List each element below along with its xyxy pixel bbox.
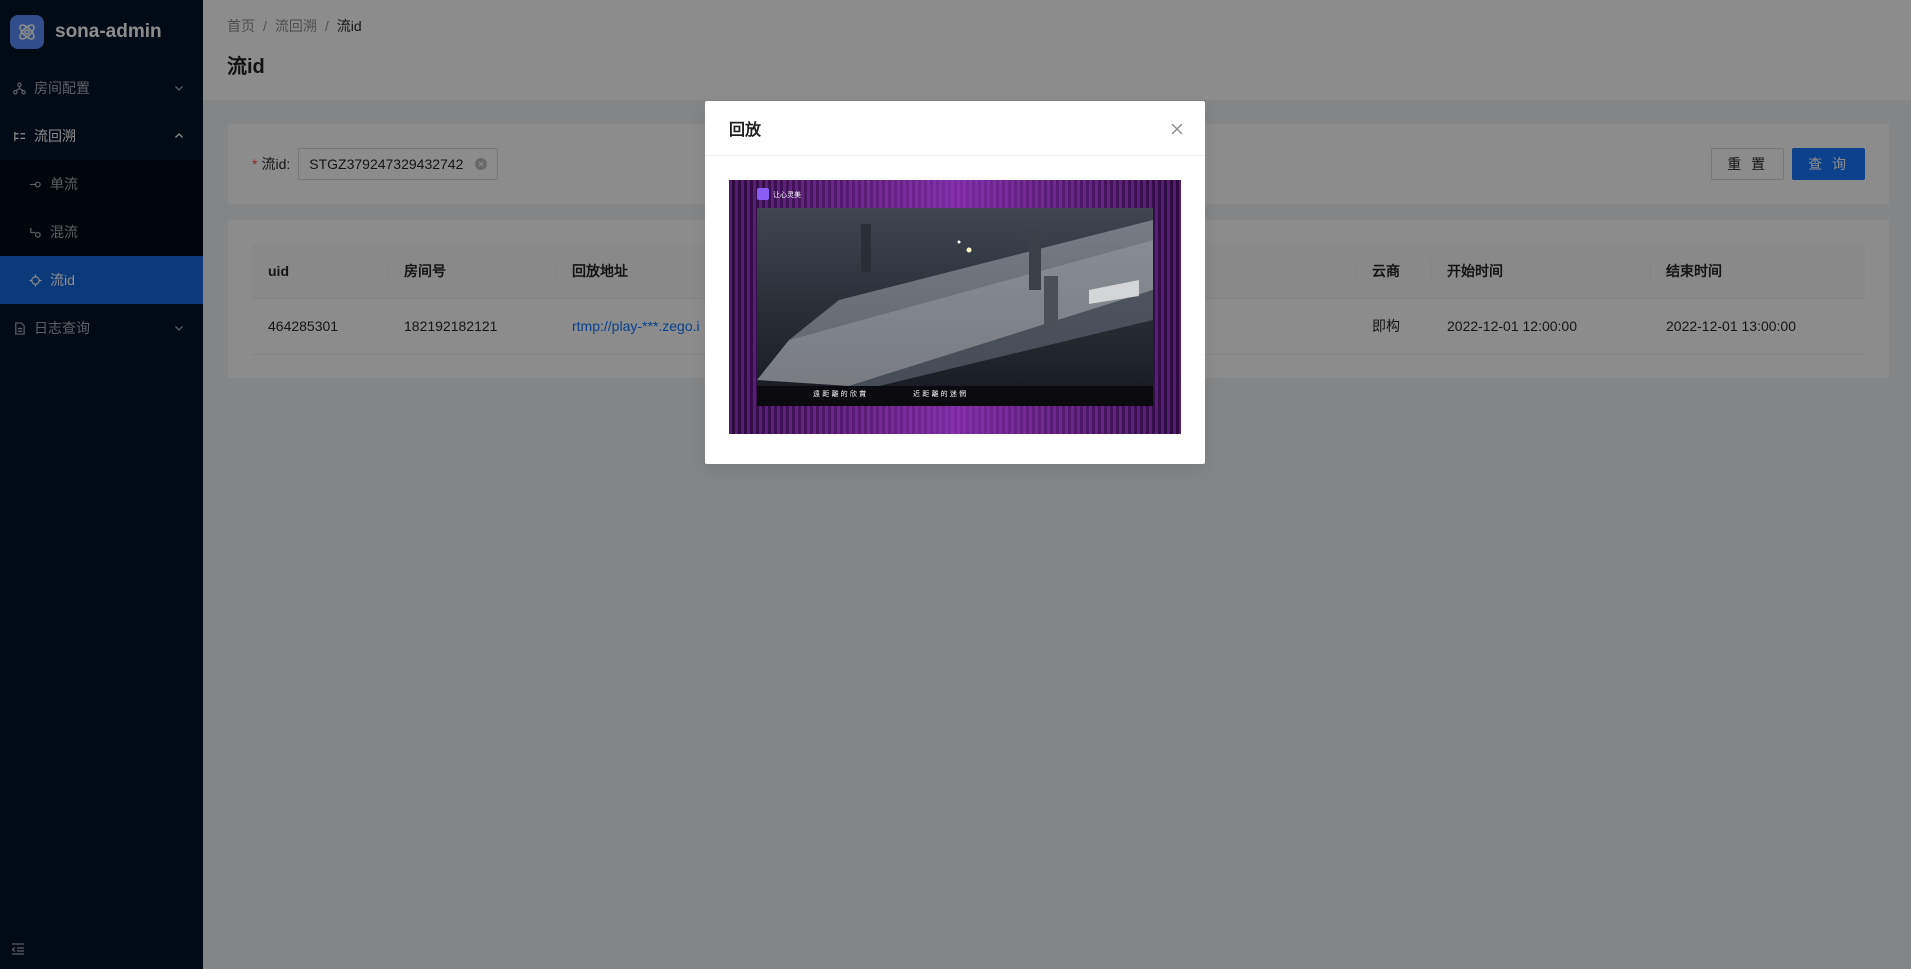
modal-title: 回放 <box>729 122 762 139</box>
video-subtitle-left: 遠 距 離 的 欣 賞 <box>813 389 866 398</box>
close-icon[interactable] <box>1167 119 1187 139</box>
video-logo-text: 让心灵美 <box>773 190 801 199</box>
playback-modal: 回放 让心灵美 遠 距 離 的 欣 賞 近 距 離 的 迷 惘 <box>705 101 1205 464</box>
video-player[interactable]: 让心灵美 遠 距 離 的 欣 賞 近 距 離 的 迷 惘 <box>729 180 1181 434</box>
modal-header: 回放 <box>705 101 1205 156</box>
modal-body: 让心灵美 遠 距 離 的 欣 賞 近 距 離 的 迷 惘 <box>705 156 1205 458</box>
video-subtitle-right: 近 距 離 的 迷 惘 <box>913 389 966 398</box>
video-frame: 让心灵美 遠 距 離 的 欣 賞 近 距 離 的 迷 惘 <box>729 180 1181 434</box>
